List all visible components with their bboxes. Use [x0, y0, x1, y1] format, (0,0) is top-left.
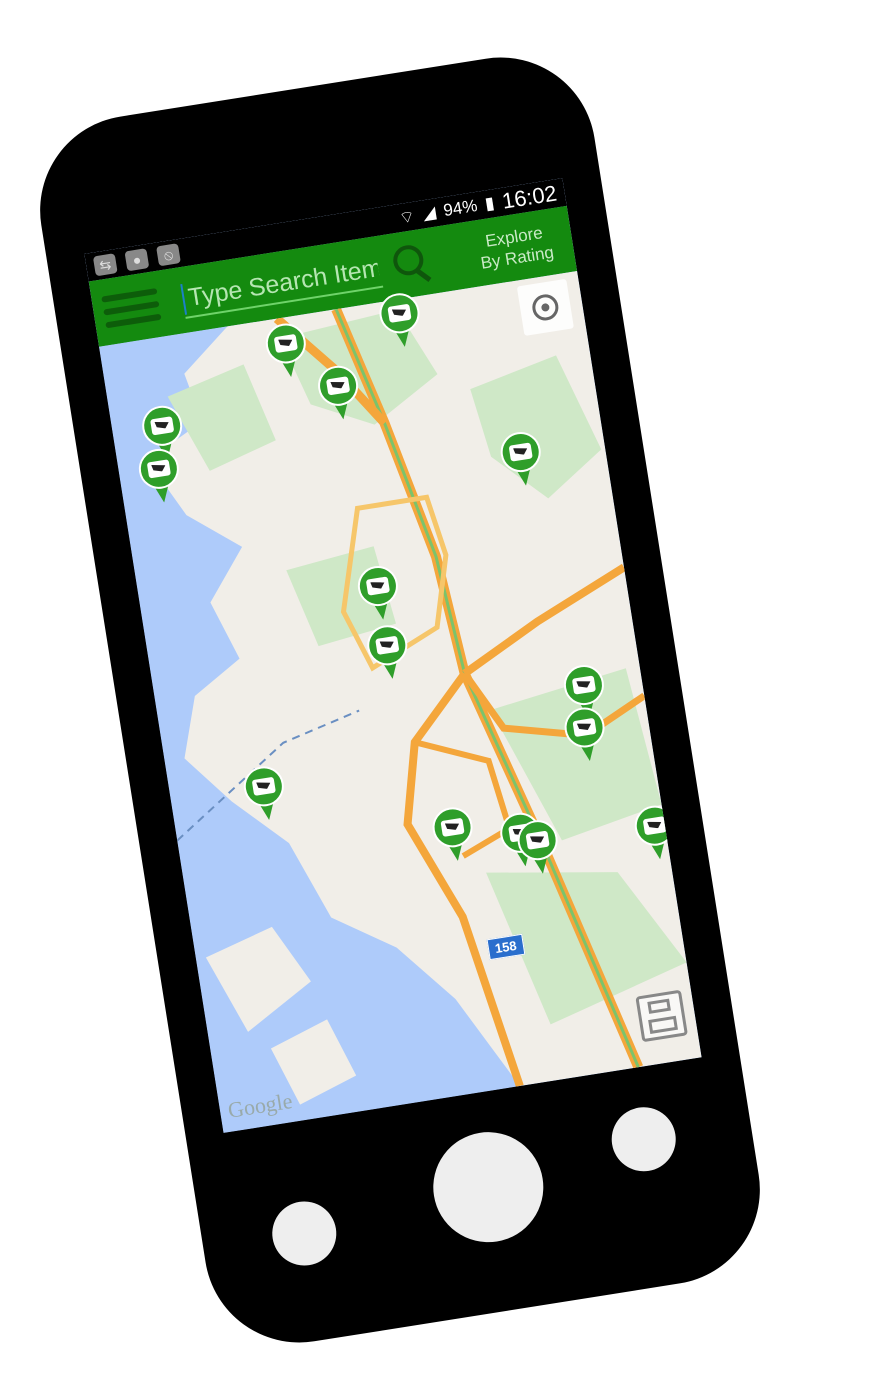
battery-percent: 94%	[442, 195, 479, 221]
crosshair-icon	[530, 292, 561, 323]
map-marker[interactable]	[315, 362, 363, 423]
back-button[interactable]	[267, 1196, 341, 1271]
signal-icon: ◢	[421, 202, 438, 224]
map-marker[interactable]	[355, 563, 403, 623]
explore-by-rating-button[interactable]: Explore By Rating	[468, 220, 563, 276]
save-icon[interactable]	[635, 989, 688, 1043]
map-marker[interactable]	[364, 622, 412, 682]
home-button[interactable]	[425, 1124, 552, 1251]
map-canvas	[99, 271, 702, 1133]
map-marker[interactable]	[514, 817, 563, 877]
battery-icon: ▮	[483, 193, 496, 214]
map-marker[interactable]	[135, 445, 184, 506]
app-icon: ●	[124, 248, 150, 272]
map-marker[interactable]	[240, 763, 289, 823]
transfer-icon: ⇆	[92, 253, 118, 277]
wifi-icon: ⌔	[397, 206, 417, 228]
phone-frame: ⇆ ● ⦸ ⌔ ◢ 94% ▮ 16:02 Explore By Rating	[26, 43, 774, 1357]
phone-screen: ⇆ ● ⦸ ⌔ ◢ 94% ▮ 16:02 Explore By Rating	[84, 178, 702, 1133]
map-marker[interactable]	[429, 804, 478, 864]
map-marker[interactable]	[262, 320, 311, 381]
map-marker[interactable]	[376, 290, 425, 350]
map-marker[interactable]	[561, 704, 610, 765]
search-icon[interactable]	[387, 237, 440, 290]
map-view[interactable]: 158 Google	[99, 271, 702, 1133]
recents-button[interactable]	[607, 1102, 681, 1176]
map-marker[interactable]	[631, 802, 680, 863]
map-marker[interactable]	[497, 429, 546, 489]
hamburger-menu-icon[interactable]	[90, 278, 175, 338]
search-input[interactable]	[180, 252, 383, 315]
my-location-button[interactable]	[516, 278, 574, 337]
compass-icon: ⦸	[156, 243, 181, 267]
